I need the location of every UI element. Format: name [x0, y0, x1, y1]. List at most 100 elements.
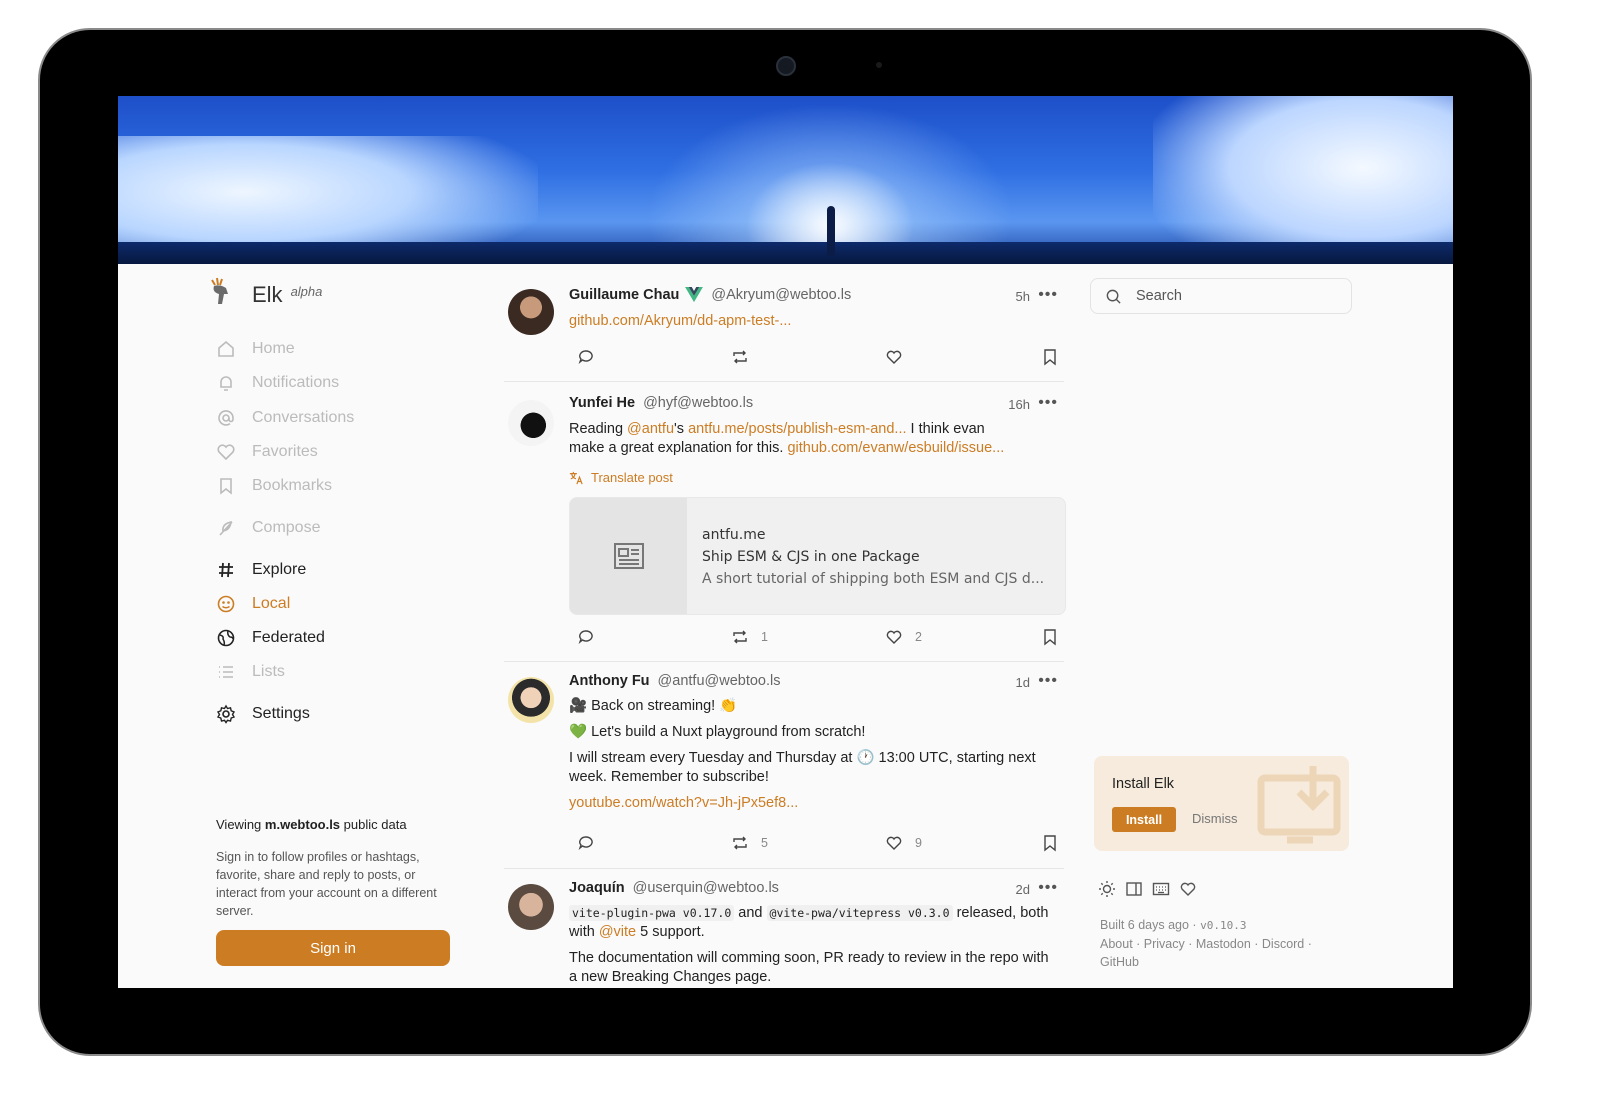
- alpha-tag: alpha: [290, 284, 323, 299]
- avatar[interactable]: [508, 677, 554, 723]
- more-options-icon[interactable]: •••: [1038, 672, 1058, 690]
- display-name[interactable]: Anthony Fu: [569, 673, 650, 689]
- globe-icon: [217, 629, 235, 647]
- version-link[interactable]: v0.10.3: [1200, 919, 1246, 932]
- public-data-info: Viewing m.webtoo.ls public data Sign in …: [216, 816, 456, 920]
- logo[interactable]: Elk alpha: [206, 276, 322, 308]
- bookmark-icon: [1044, 349, 1056, 366]
- nav-item-favorites[interactable]: Favorites: [216, 442, 318, 462]
- install-download-icon: [1257, 766, 1341, 844]
- post-link[interactable]: antfu.me/posts/publish-esm-and...: [688, 421, 906, 437]
- mastodon-link[interactable]: Mastodon: [1196, 937, 1251, 951]
- favorite-button[interactable]: 2: [885, 628, 922, 646]
- post-time[interactable]: 1d: [1016, 675, 1030, 690]
- privacy-link[interactable]: Privacy: [1144, 937, 1185, 951]
- display-name[interactable]: Guillaume Chau: [569, 287, 679, 303]
- reblog-button[interactable]: [731, 348, 761, 366]
- reply-button[interactable]: [577, 834, 607, 852]
- post-time[interactable]: 5h: [1016, 289, 1030, 304]
- reply-button[interactable]: [577, 628, 607, 646]
- avatar[interactable]: [508, 884, 554, 930]
- post-link[interactable]: github.com/Akryum/dd-apm-test-...: [569, 313, 791, 329]
- dismiss-button[interactable]: Dismiss: [1192, 811, 1238, 826]
- post-link[interactable]: github.com/evanw/esbuild/issue...: [787, 440, 1004, 456]
- layout-icon[interactable]: [1125, 880, 1143, 898]
- post-text-line: week. Remember to subscribe!: [569, 769, 769, 785]
- post-link[interactable]: youtube.com/watch?v=Jh-jPx5ef8...: [569, 794, 1056, 813]
- post-text-line: vite-plugin-pwa v0.17.0 and @vite-pwa/vi…: [569, 904, 1056, 923]
- nav-label: Federated: [252, 629, 325, 646]
- nav-item-bookmarks[interactable]: Bookmarks: [216, 476, 332, 496]
- post-time[interactable]: 2d: [1016, 882, 1030, 897]
- account-handle[interactable]: @userquin@webtoo.ls: [633, 880, 779, 896]
- nav-item-home[interactable]: Home: [216, 339, 295, 359]
- install-title: Install Elk: [1112, 776, 1175, 792]
- status-card[interactable]: Yunfei He @hyf@webtoo.ls 16h ••• Reading…: [504, 382, 1066, 662]
- sensor: [876, 62, 882, 68]
- bookmark-button[interactable]: [1041, 348, 1071, 366]
- nav-item-conversations[interactable]: Conversations: [216, 408, 354, 428]
- reblog-button[interactable]: 5: [731, 834, 768, 852]
- display-name[interactable]: Yunfei He: [569, 395, 635, 411]
- post-header: Guillaume Chau @Akryum@webtoo.ls: [569, 287, 1064, 303]
- favorite-button[interactable]: 9: [885, 834, 922, 852]
- more-options-icon[interactable]: •••: [1038, 286, 1058, 304]
- status-card[interactable]: Guillaume Chau @Akryum@webtoo.ls 5h ••• …: [504, 264, 1064, 382]
- install-button[interactable]: Install: [1112, 807, 1176, 832]
- mention-link[interactable]: @vite: [599, 924, 636, 940]
- display-name[interactable]: Joaquín: [569, 880, 625, 896]
- card-domain: antfu.me: [702, 527, 766, 543]
- account-handle[interactable]: @antfu@webtoo.ls: [658, 673, 781, 689]
- account-handle[interactable]: @Akryum@webtoo.ls: [711, 287, 851, 303]
- reblog-button[interactable]: 1: [731, 628, 768, 646]
- translate-post-button[interactable]: Translate post: [569, 470, 673, 485]
- nav-item-settings[interactable]: Settings: [216, 704, 310, 724]
- more-options-icon[interactable]: •••: [1038, 394, 1058, 412]
- discord-link[interactable]: Discord: [1262, 937, 1304, 951]
- at-icon: [218, 410, 234, 426]
- sun-icon[interactable]: [1098, 880, 1116, 898]
- mention-link[interactable]: @antfu: [627, 421, 674, 437]
- github-link[interactable]: GitHub: [1100, 953, 1340, 971]
- app-screen: Elk alpha Home Notifications Conversatio…: [118, 96, 1453, 988]
- server-name: m.webtoo.ls: [264, 817, 341, 832]
- post-time[interactable]: 16h: [1008, 397, 1030, 412]
- keyboard-icon[interactable]: [1152, 880, 1170, 898]
- nav-label: Conversations: [252, 409, 355, 426]
- nav-item-federated[interactable]: Federated: [216, 628, 325, 648]
- favorite-button[interactable]: [885, 348, 915, 366]
- nav-item-notifications[interactable]: Notifications: [216, 373, 339, 393]
- nav-label: Lists: [252, 663, 285, 680]
- status-card[interactable]: Joaquín @userquin@webtoo.ls 2d ••• vite-…: [504, 869, 1064, 988]
- account-handle[interactable]: @hyf@webtoo.ls: [643, 395, 753, 411]
- sign-in-button[interactable]: Sign in: [216, 930, 450, 966]
- nav-item-local[interactable]: Local: [216, 594, 290, 614]
- bookmark-button[interactable]: [1041, 628, 1071, 646]
- search-input[interactable]: [1134, 287, 1338, 305]
- gear-icon: [216, 704, 236, 724]
- reply-button[interactable]: [577, 348, 607, 366]
- avatar[interactable]: [508, 289, 554, 335]
- post-text: and: [738, 905, 763, 921]
- nav-label: Settings: [252, 705, 310, 722]
- sidebar: Elk alpha Home Notifications Conversatio…: [118, 264, 498, 988]
- install-prompt: Install Elk Install Dismiss: [1094, 756, 1349, 851]
- post-text: I think evan: [910, 421, 985, 437]
- link-preview-card[interactable]: antfu.me Ship ESM & CJS in one Package A…: [569, 497, 1066, 615]
- reblog-icon: [733, 350, 747, 364]
- avatar[interactable]: [508, 400, 554, 446]
- heart-icon[interactable]: [1179, 880, 1197, 898]
- bookmark-button[interactable]: [1041, 834, 1071, 852]
- post-text-line: with @vite 5 support.: [569, 923, 1056, 942]
- post-text: 's: [674, 421, 685, 437]
- nav-item-compose[interactable]: Compose: [216, 518, 320, 538]
- reply-icon: [578, 350, 593, 365]
- nav-item-lists[interactable]: Lists: [216, 662, 285, 682]
- search-box[interactable]: [1090, 278, 1352, 314]
- reply-icon: [578, 630, 593, 645]
- nav-item-explore[interactable]: Explore: [216, 560, 306, 580]
- viewing-prefix: Viewing: [216, 817, 262, 832]
- more-options-icon[interactable]: •••: [1038, 879, 1058, 897]
- about-link[interactable]: About: [1100, 937, 1133, 951]
- status-card[interactable]: Anthony Fu @antfu@webtoo.ls 1d ••• 🎥 Bac…: [504, 662, 1064, 869]
